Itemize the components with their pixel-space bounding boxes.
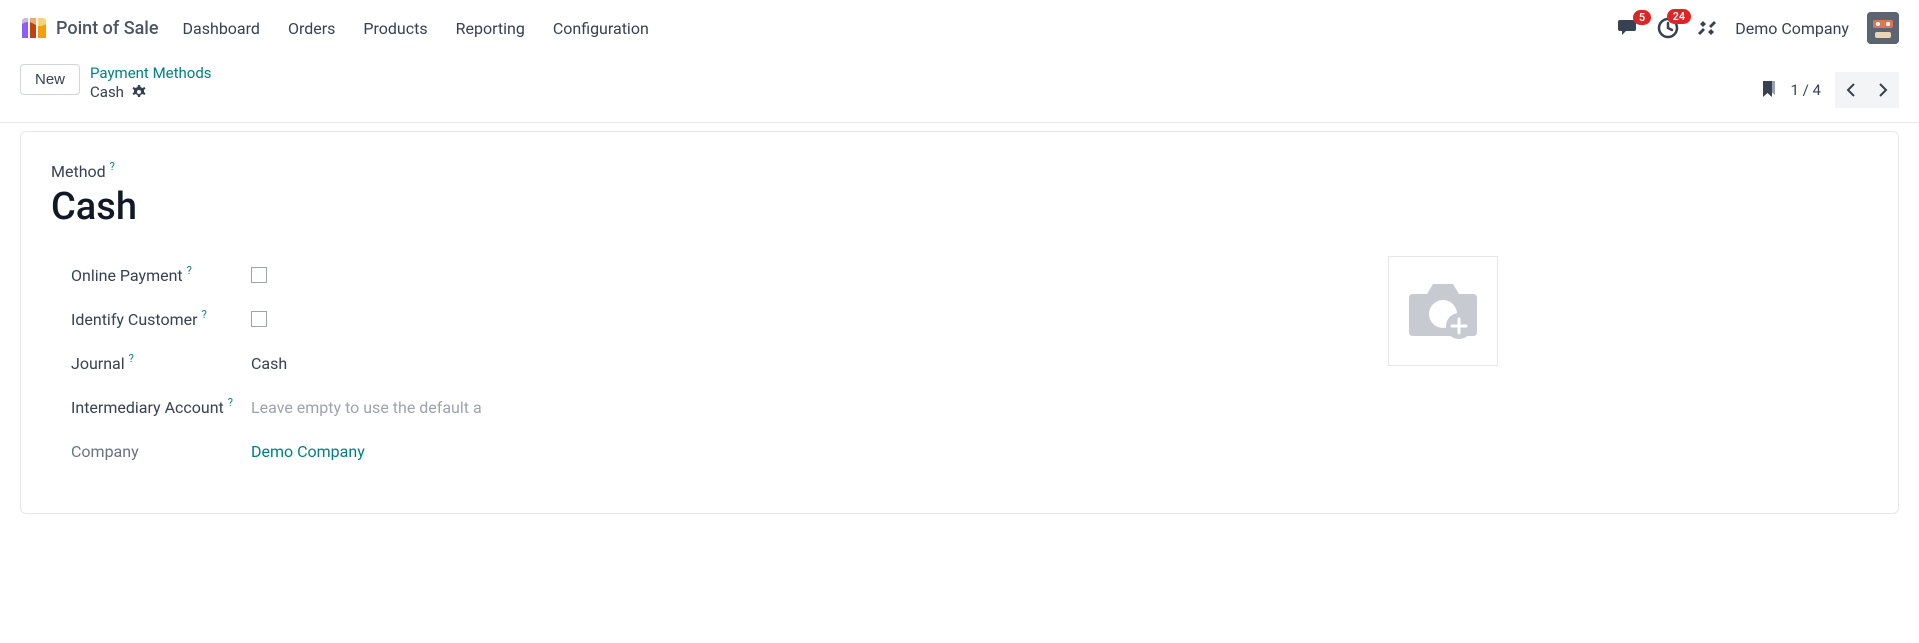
activities-button[interactable]: 24 xyxy=(1657,17,1679,39)
tools-icon xyxy=(1697,18,1717,38)
debug-button[interactable] xyxy=(1697,18,1717,38)
activity-badge: 24 xyxy=(1667,9,1692,24)
bookmark-icon[interactable] xyxy=(1761,80,1777,100)
breadcrumb-parent[interactable]: Payment Methods xyxy=(90,64,212,82)
camera-plus-icon xyxy=(1403,276,1483,346)
breadcrumb-current: Cash xyxy=(90,83,212,101)
nav-configuration[interactable]: Configuration xyxy=(553,19,649,38)
app-logo[interactable]: Point of Sale xyxy=(20,16,159,40)
pos-app-icon xyxy=(20,16,48,40)
intermediary-account-label: Intermediary Account ? xyxy=(51,398,251,417)
help-icon[interactable]: ? xyxy=(187,264,192,277)
image-upload-widget[interactable] xyxy=(1388,256,1498,366)
chevron-left-icon xyxy=(1846,82,1856,98)
chat-badge: 5 xyxy=(1633,10,1651,25)
company-field[interactable]: Demo Company xyxy=(251,442,365,461)
company-label: Company xyxy=(51,442,251,461)
form-sheet: Method ? Cash Online Payment ? Identify … xyxy=(20,131,1899,514)
identify-customer-label: Identify Customer ? xyxy=(51,310,251,329)
top-navbar: Point of Sale Dashboard Orders Products … xyxy=(0,0,1919,56)
nav-products[interactable]: Products xyxy=(363,19,427,38)
help-icon[interactable]: ? xyxy=(129,352,134,365)
messaging-button[interactable]: 5 xyxy=(1617,18,1639,38)
nav-dashboard[interactable]: Dashboard xyxy=(183,19,260,38)
online-payment-checkbox[interactable] xyxy=(251,267,267,283)
nav-menu: Dashboard Orders Products Reporting Conf… xyxy=(183,19,649,38)
journal-field[interactable]: Cash xyxy=(251,354,287,373)
nav-orders[interactable]: Orders xyxy=(288,19,335,38)
chevron-right-icon xyxy=(1878,82,1888,98)
pager-next-button[interactable] xyxy=(1867,72,1899,108)
help-icon[interactable]: ? xyxy=(110,160,115,173)
journal-label: Journal ? xyxy=(51,354,251,373)
intermediary-account-field[interactable]: Leave empty to use the default a xyxy=(251,398,482,417)
topnav-right: 5 24 Demo Company xyxy=(1617,12,1899,44)
avatar-icon xyxy=(1867,12,1899,44)
nav-reporting[interactable]: Reporting xyxy=(456,19,525,38)
help-icon[interactable]: ? xyxy=(202,308,207,321)
app-title: Point of Sale xyxy=(56,18,159,39)
company-selector[interactable]: Demo Company xyxy=(1735,19,1849,38)
identify-customer-checkbox[interactable] xyxy=(251,311,267,327)
method-label: Method ? xyxy=(51,162,1868,181)
pager-area: 1 / 4 xyxy=(1761,64,1900,108)
online-payment-label: Online Payment ? xyxy=(51,266,251,285)
breadcrumb: Payment Methods Cash xyxy=(90,64,212,101)
control-panel: New Payment Methods Cash 1 / 4 xyxy=(0,56,1919,123)
pager-count[interactable]: 1 / 4 xyxy=(1791,81,1822,99)
pager-prev-button[interactable] xyxy=(1835,72,1867,108)
record-title-input[interactable]: Cash xyxy=(51,185,1868,229)
user-avatar[interactable] xyxy=(1867,12,1899,44)
breadcrumb-current-text: Cash xyxy=(90,83,124,101)
help-icon[interactable]: ? xyxy=(228,396,233,409)
new-button[interactable]: New xyxy=(20,64,80,95)
gear-icon[interactable] xyxy=(132,85,146,99)
